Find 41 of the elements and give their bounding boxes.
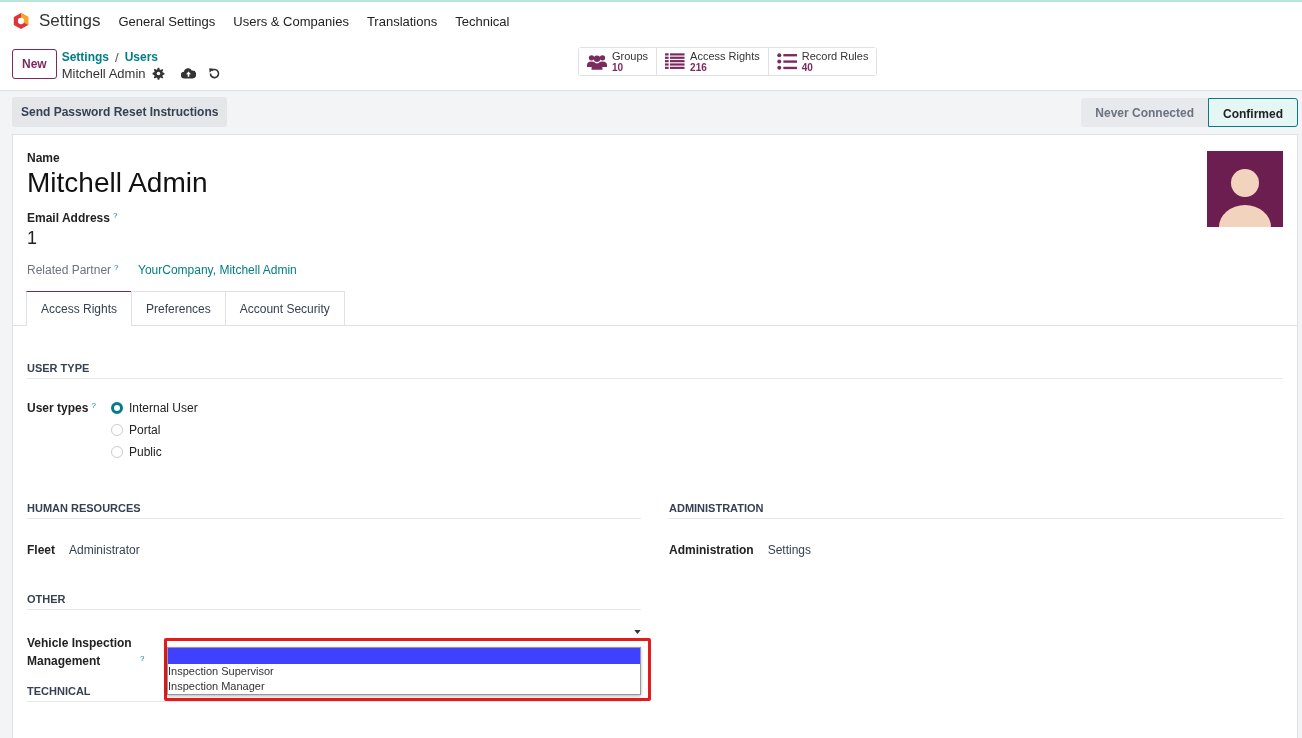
section-heading: HUMAN RESOURCES (27, 502, 641, 519)
field-label: Administration (669, 543, 754, 557)
new-button[interactable]: New (12, 49, 57, 79)
email-value: 1 (27, 228, 38, 249)
partner-link[interactable]: YourCompany, Mitchell Admin (138, 263, 297, 277)
radio-label[interactable]: Public (129, 445, 162, 459)
field-label: Fleet (27, 543, 55, 557)
field-label: Email Address (27, 211, 110, 225)
field-value[interactable]: Administrator (69, 543, 140, 557)
app-title[interactable]: Settings (39, 11, 101, 31)
field-label: User types (27, 401, 89, 415)
field-label: Name (27, 151, 61, 165)
send-password-reset-button[interactable]: Send Password Reset Instructions (12, 97, 228, 127)
help-tooltip[interactable]: ? (140, 654, 145, 664)
record-name: Mitchell Admin (61, 65, 146, 81)
dropdown-option[interactable]: Inspection Manager (168, 679, 640, 694)
form-tab[interactable]: Account Security (224, 291, 345, 325)
status-stage[interactable]: Never Connected (1081, 97, 1208, 127)
breadcrumb-link[interactable]: Users (124, 50, 158, 64)
field-label: Related Partner (27, 263, 112, 277)
radio-label[interactable]: Portal (129, 423, 161, 437)
status-stage[interactable]: Confirmed (1208, 97, 1298, 127)
user-name: Mitchell Admin (27, 167, 209, 199)
section-heading: OTHER (27, 593, 641, 610)
menu-item[interactable]: Technical (455, 13, 510, 29)
form-tab[interactable]: Access Rights (26, 291, 133, 326)
dropdown-option[interactable]: Inspection Supervisor (168, 664, 640, 679)
menu-item[interactable]: General Settings (118, 13, 216, 29)
help-tooltip[interactable]: ? (114, 263, 119, 272)
help-tooltip[interactable]: ? (91, 401, 96, 410)
section-heading: USER TYPE (27, 362, 1283, 379)
help-tooltip[interactable]: ? (112, 211, 118, 220)
smart-button[interactable]: Groups 10 (579, 48, 658, 75)
breadcrumb-separator: / (115, 49, 119, 65)
field-value[interactable]: Settings (767, 543, 812, 557)
menu-item[interactable]: Translations (366, 13, 438, 29)
field-label: Vehicle Inspection Management (27, 635, 133, 670)
radio-label[interactable]: Internal User (129, 401, 198, 415)
menu-item[interactable]: Users & Companies (233, 13, 349, 29)
breadcrumb-link[interactable]: Settings (61, 50, 110, 64)
section-heading: ADMINISTRATION (669, 502, 1283, 519)
